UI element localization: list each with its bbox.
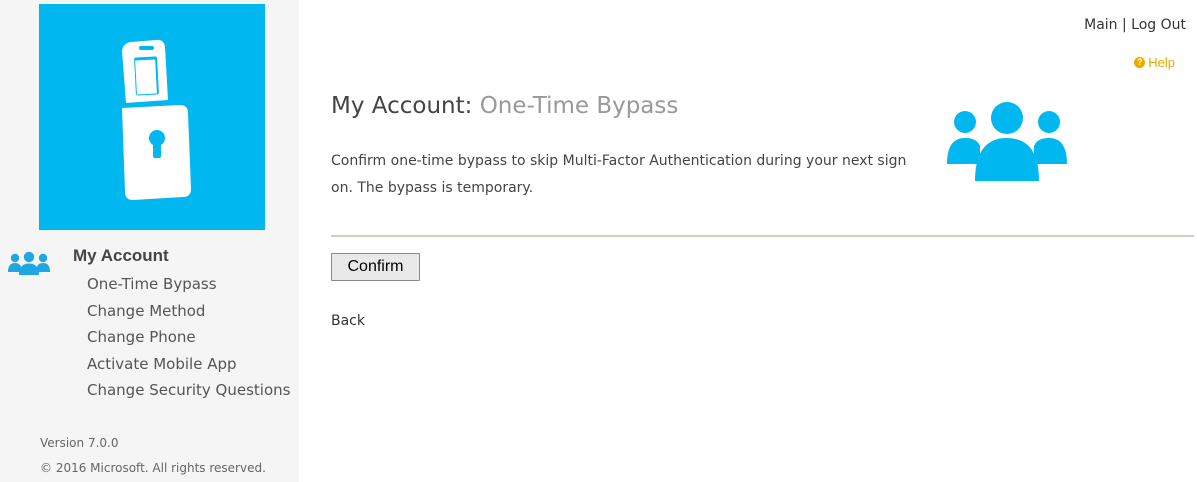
main-link[interactable]: Main — [1084, 17, 1117, 33]
sidebar-item-activate-mobile-app[interactable]: Activate Mobile App — [87, 354, 290, 381]
help-link[interactable]: ? Help — [1134, 55, 1175, 70]
link-separator: | — [1121, 17, 1127, 33]
page-title-prefix: My Account: — [331, 93, 473, 119]
logout-link[interactable]: Log Out — [1131, 17, 1186, 33]
help-label: Help — [1148, 55, 1175, 70]
divider — [331, 235, 1194, 237]
nav-section-title: My Account — [73, 246, 169, 265]
sidebar: My Account One-Time Bypass Change Method… — [0, 0, 299, 482]
page-description: Confirm one-time bypass to skip Multi-Fa… — [331, 153, 907, 196]
sidebar-item-change-phone[interactable]: Change Phone — [87, 327, 290, 354]
help-icon: ? — [1134, 57, 1146, 68]
confirm-button[interactable]: Confirm — [331, 253, 420, 281]
page-title: My Account: One-Time Bypass — [331, 93, 678, 119]
sidebar-item-one-time-bypass[interactable]: One-Time Bypass — [87, 274, 290, 301]
users-icon — [945, 100, 1069, 186]
logo-tile — [39, 4, 265, 230]
page-title-name: One-Time Bypass — [479, 93, 679, 119]
users-icon — [7, 250, 51, 286]
sidebar-nav: One-Time Bypass Change Method Change Pho… — [87, 274, 290, 407]
phone-lock-icon — [122, 39, 191, 200]
version-text: Version 7.0.0 — [40, 436, 119, 450]
sidebar-item-change-security-questions[interactable]: Change Security Questions — [87, 380, 290, 407]
back-link[interactable]: Back — [331, 313, 365, 329]
copyright-text: © 2016 Microsoft. All rights reserved. — [40, 461, 266, 475]
top-links: Main | Log Out — [1084, 17, 1186, 33]
sidebar-item-change-method[interactable]: Change Method — [87, 301, 290, 328]
